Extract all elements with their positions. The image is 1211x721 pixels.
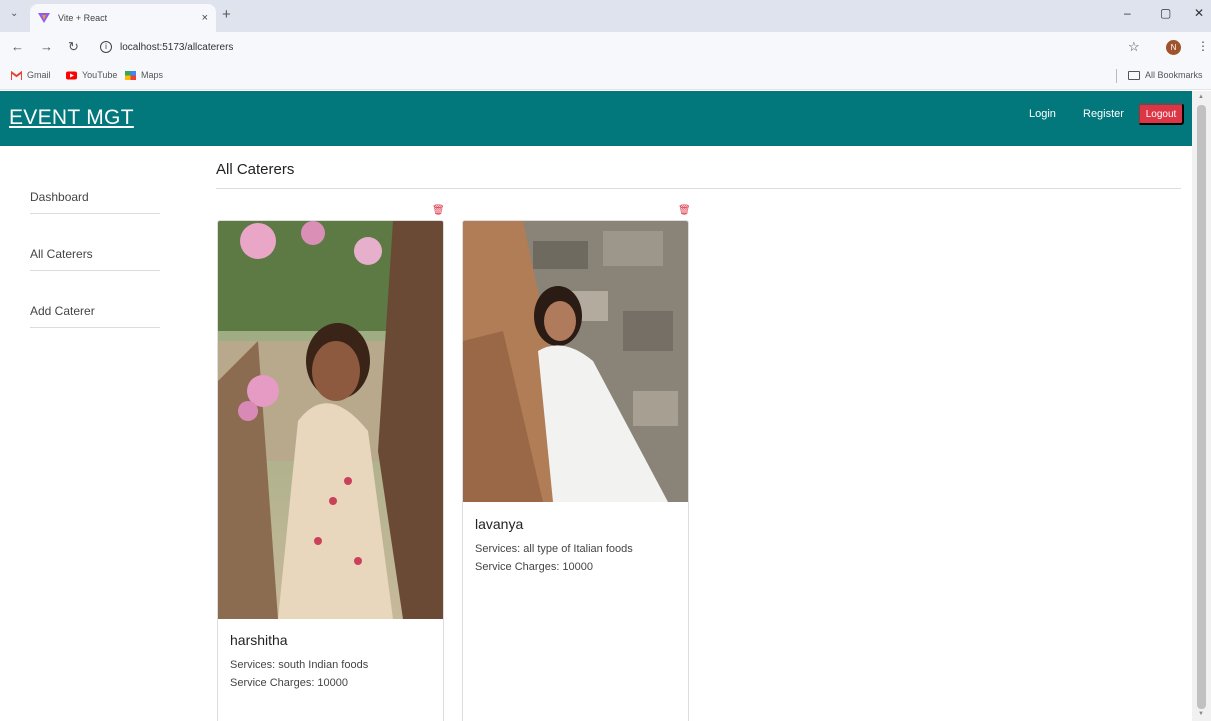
all-bookmarks-label: All Bookmarks (1145, 70, 1203, 80)
app-navbar: EVENT MGT Login Register Logout (0, 91, 1192, 146)
page-title: All Caterers (216, 161, 295, 178)
maps-icon (125, 70, 136, 80)
browser-tab[interactable]: Vite + React × (30, 4, 216, 32)
star-icon[interactable]: ☆ (1128, 39, 1140, 55)
youtube-icon (66, 71, 77, 79)
caterer-services: Services: south Indian foods (230, 659, 369, 671)
caterer-photo (463, 221, 688, 502)
browser-toolbar: ← → ↻ i localhost:5173/allcaterers ☆ N ⋮ (0, 32, 1211, 62)
bookmark-label: Gmail (27, 70, 51, 80)
register-link[interactable]: Register (1083, 108, 1124, 120)
trash-icon[interactable]: 🗑︎ (678, 205, 691, 216)
restore-button[interactable]: ▢ (1160, 6, 1171, 20)
brand-link[interactable]: EVENT MGT (9, 106, 134, 130)
new-tab-button[interactable]: + (222, 6, 231, 23)
url-text: localhost:5173/allcaterers (120, 41, 234, 53)
back-arrow-icon[interactable]: ← (11, 39, 24, 54)
sidebar-item-label: All Caterers (30, 247, 93, 261)
tab-title: Vite + React (58, 13, 108, 23)
sidebar-item-add-caterer[interactable]: Add Caterer (30, 304, 160, 328)
sidebar-item-label: Dashboard (30, 190, 89, 204)
login-link[interactable]: Login (1029, 108, 1056, 120)
reload-icon[interactable]: ↻ (68, 39, 79, 55)
gmail-icon (11, 70, 22, 80)
caterer-name: lavanya (475, 516, 524, 532)
bookmarks-divider (1116, 69, 1117, 83)
all-bookmarks-button[interactable]: All Bookmarks (1128, 70, 1203, 80)
sidebar-item-all-caterers[interactable]: All Caterers (30, 247, 160, 271)
page-scrollbar[interactable]: ▲ ▼ (1192, 91, 1211, 721)
bookmarks-bar: Gmail YouTube Maps All Bookmarks (0, 62, 1211, 90)
caterer-card: harshitha Services: south Indian foods S… (217, 220, 444, 721)
close-window-button[interactable]: ✕ (1194, 6, 1204, 20)
caterer-services: Services: all type of Italian foods (475, 543, 633, 555)
forward-arrow-icon[interactable]: → (40, 39, 53, 54)
bookmark-gmail[interactable]: Gmail (11, 70, 51, 80)
profile-avatar[interactable]: N (1166, 40, 1181, 55)
scroll-up-arrow-icon[interactable]: ▲ (1198, 94, 1204, 100)
tab-close-icon[interactable]: × (202, 12, 208, 24)
folder-icon (1128, 70, 1140, 80)
site-info-icon[interactable]: i (100, 41, 112, 53)
kebab-menu-icon[interactable]: ⋮ (1197, 39, 1209, 53)
scroll-down-arrow-icon[interactable]: ▼ (1198, 711, 1204, 717)
bookmark-label: YouTube (82, 70, 118, 80)
bookmark-youtube[interactable]: YouTube (66, 70, 117, 80)
vite-logo-icon (38, 13, 50, 23)
caterer-name: harshitha (230, 632, 288, 648)
minimize-button[interactable]: – (1124, 6, 1131, 20)
address-bar[interactable]: i localhost:5173/allcaterers (92, 36, 1102, 58)
caterer-charges: Service Charges: 10000 (475, 561, 594, 573)
caterer-charges: Service Charges: 10000 (230, 677, 349, 689)
caterer-photo (218, 221, 443, 619)
bookmark-label: Maps (141, 70, 164, 80)
caterer-card: lavanya Services: all type of Italian fo… (462, 220, 689, 721)
sidebar-item-label: Add Caterer (30, 304, 95, 318)
scrollbar-thumb[interactable] (1197, 105, 1206, 709)
bookmark-maps[interactable]: Maps (125, 70, 163, 80)
title-divider (216, 188, 1181, 189)
tab-search-icon[interactable]: ⌄ (10, 8, 18, 19)
browser-tab-bar: ⌄ Vite + React × + – ▢ ✕ (0, 0, 1211, 32)
sidebar-item-dashboard[interactable]: Dashboard (30, 190, 160, 214)
trash-icon[interactable]: 🗑︎ (432, 205, 445, 216)
logout-button[interactable]: Logout (1138, 103, 1184, 125)
